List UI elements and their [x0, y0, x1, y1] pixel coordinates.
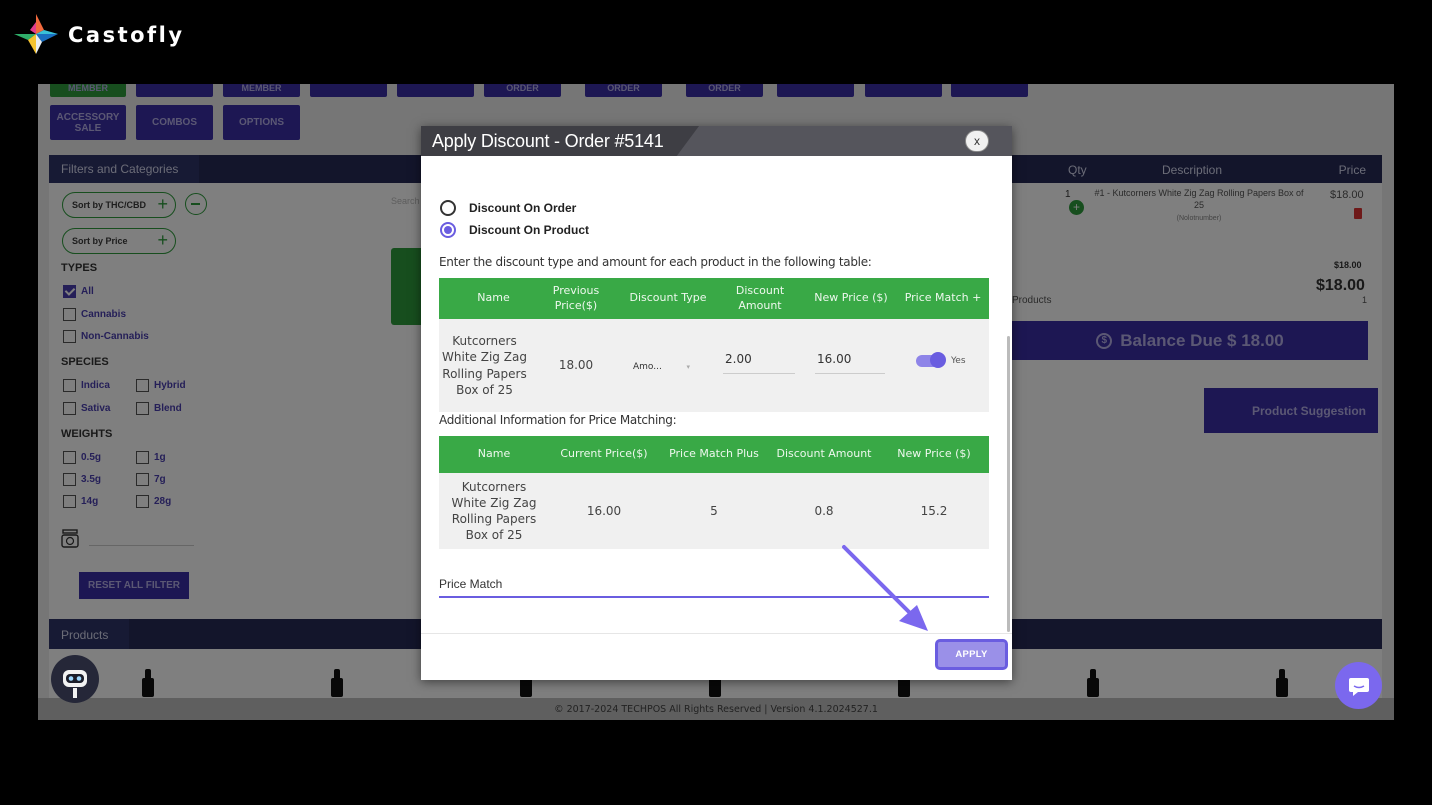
col-discount-amount: Discount Amount [735, 283, 785, 312]
new-price: 15.2 [920, 503, 948, 518]
price-match-table-header: Name Current Price($) Price Match Plus D… [439, 436, 989, 473]
chevron-down-icon: ▾ [686, 363, 690, 371]
discount-type-select[interactable]: Amo... ▾ [626, 357, 690, 377]
chat-button[interactable] [1335, 662, 1382, 709]
brand-name: Castofly [68, 23, 185, 47]
modal-header: Apply Discount - Order #5141 x [421, 126, 1012, 156]
col-discount-amount: Discount Amount [776, 447, 872, 461]
col-name: Name [477, 291, 510, 305]
radio-selected-icon [440, 222, 456, 238]
annotation-arrow-icon [842, 545, 928, 631]
table-row: Kutcorners White Zig Zag Rolling Papers … [439, 319, 989, 412]
col-previous-price: Previous Price($) [552, 283, 600, 312]
discount-on-product-radio[interactable]: Discount On Product [440, 222, 589, 238]
new-price-input[interactable]: 16.00 [815, 352, 885, 374]
close-button[interactable]: x [965, 130, 989, 152]
col-new-price: New Price ($) [814, 291, 888, 305]
previous-price: 18.00 [558, 358, 594, 373]
brand: Castofly [14, 14, 185, 56]
radio-icon [440, 200, 456, 216]
product-name: Kutcorners White Zig Zag Rolling Papers … [451, 479, 537, 543]
castofly-logo-icon [14, 14, 58, 54]
discount-table-header: Name Previous Price($) Discount Type Dis… [439, 278, 989, 319]
col-name: Name [477, 447, 511, 461]
col-current-price: Current Price($) [560, 447, 648, 461]
col-price-match-plus: Price Match Plus [669, 447, 759, 461]
modal-scrollbar[interactable] [1007, 336, 1010, 632]
assistant-robot-icon[interactable] [51, 655, 99, 703]
discount-on-order-radio[interactable]: Discount On Order [440, 200, 576, 216]
price-match-toggle-label: Yes [951, 356, 966, 366]
instruction-text: Enter the discount type and amount for e… [439, 255, 872, 269]
col-discount-type: Discount Type [629, 291, 707, 305]
modal-title: Apply Discount - Order #5141 [432, 131, 664, 151]
chat-icon [1348, 677, 1369, 696]
price-match-plus: 5 [710, 503, 718, 518]
col-new-price: New Price ($) [897, 447, 971, 461]
price-match-toggle[interactable] [916, 352, 946, 368]
discount-amount-input[interactable]: 2.00 [723, 352, 795, 374]
current-price: 16.00 [586, 503, 622, 518]
additional-info-label: Additional Information for Price Matchin… [439, 413, 677, 427]
col-price-match-plus: Price Match + [904, 291, 982, 305]
product-name: Kutcorners White Zig Zag Rolling Papers … [442, 334, 527, 397]
table-row: Kutcorners White Zig Zag Rolling Papers … [439, 473, 989, 549]
discount-amount: 0.8 [814, 503, 834, 518]
apply-button[interactable]: APPLY [935, 639, 1008, 670]
